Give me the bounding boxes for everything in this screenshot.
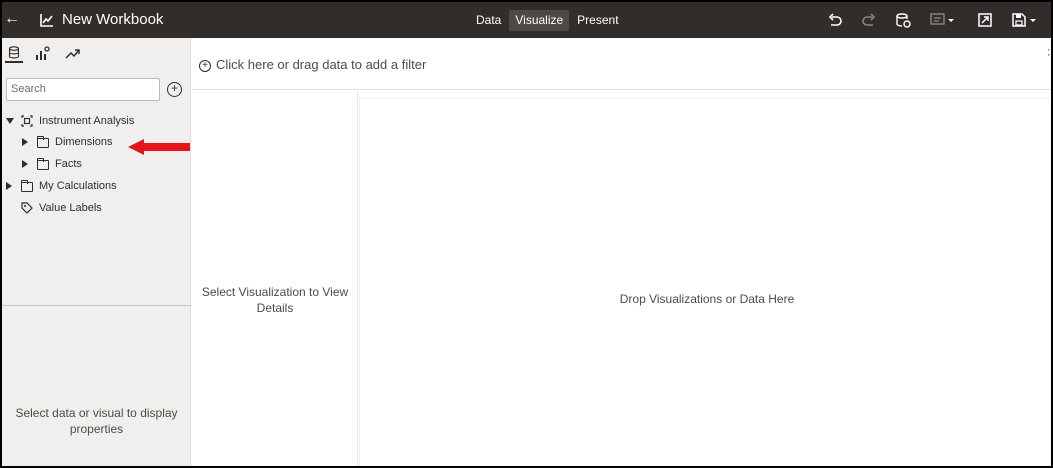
folder-icon [37,158,49,170]
data-icon[interactable] [5,45,23,63]
undo-icon[interactable] [827,12,843,28]
visualization-canvas[interactable]: Drop Visualizations or Data Here [359,98,1051,466]
tree-item-label: Value Labels [39,202,102,214]
annotation-arrow-icon [128,139,190,155]
details-placeholder: Select Visualization to View Details [201,285,349,315]
comment-icon[interactable] [930,12,956,28]
details-pane: Select Visualization to View Details [192,91,358,466]
folder-icon [37,136,49,148]
subject-area-icon [21,115,33,127]
data-panel: Search + Instrument Analysis Dimensions … [2,38,191,466]
add-data-icon[interactable]: + [167,82,182,97]
expand-right-icon[interactable] [22,160,28,168]
folder-icon [21,180,33,192]
data-refresh-icon[interactable] [895,12,911,28]
expand-down-icon[interactable] [6,118,14,124]
back-arrow-icon[interactable]: ← [4,10,20,28]
tree-item-instrument-analysis[interactable]: Instrument Analysis [6,113,186,129]
tree-item-label: Facts [55,158,82,170]
tree-item-label: Instrument Analysis [39,115,135,127]
tree-item-value-labels[interactable]: Value Labels [6,200,186,216]
mode-data-tab[interactable]: Data [470,10,507,31]
tag-icon [21,202,33,214]
tree-item-label: My Calculations [39,180,117,192]
analytics-icon[interactable] [64,45,82,63]
tree-item-label: Dimensions [55,136,113,148]
canvas-drop-placeholder: Drop Visualizations or Data Here [619,292,795,306]
expand-right-icon[interactable] [22,138,28,146]
panel-divider[interactable] [2,305,191,306]
expand-right-icon[interactable] [6,182,12,190]
tree-item-facts[interactable]: Facts [22,156,182,172]
mode-present-tab[interactable]: Present [571,10,624,31]
add-filter-icon[interactable]: + [199,60,211,72]
tree-item-my-calculations[interactable]: My Calculations [6,178,186,194]
save-icon[interactable] [1011,12,1039,28]
present-icon[interactable] [977,12,993,28]
top-bar: ← New Workbook Data Visualize Present [2,2,1051,38]
grammar-icon[interactable] [34,45,52,63]
search-input[interactable]: Search [6,78,160,101]
mode-switcher: Data Visualize Present [470,10,627,31]
redo-icon[interactable] [861,12,877,28]
workbook-icon [40,14,53,27]
filter-prompt[interactable]: Click here or drag data to add a filter [216,57,426,72]
mode-visualize-tab[interactable]: Visualize [509,10,570,31]
app-window: ← New Workbook Data Visualize Present Se… [0,0,1053,468]
workbook-title: New Workbook [62,11,164,28]
filter-bar[interactable]: + Click here or drag data to add a filte… [192,38,1051,90]
panel-tabs [2,38,191,68]
more-options-icon[interactable]: · · [1047,45,1051,61]
properties-placeholder: Select data or visual to display propert… [15,406,178,436]
